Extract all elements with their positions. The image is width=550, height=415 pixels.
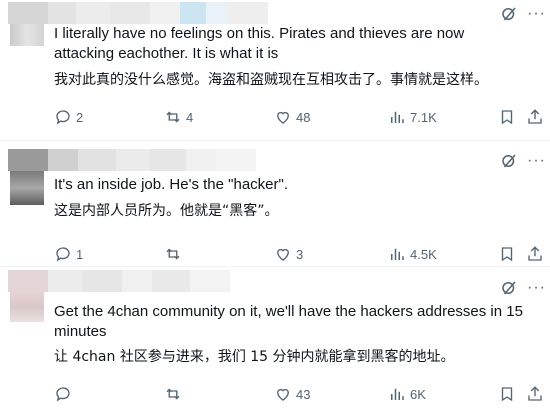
views-count: 7.1K bbox=[410, 109, 437, 125]
reply-button[interactable]: 2 bbox=[54, 108, 83, 126]
like-count: 43 bbox=[296, 386, 311, 402]
repost-button[interactable] bbox=[164, 245, 186, 263]
views-icon bbox=[391, 248, 404, 260]
reply-icon bbox=[56, 247, 70, 262]
bookmark-icon bbox=[501, 110, 513, 125]
like-icon bbox=[277, 111, 289, 124]
avatar[interactable] bbox=[10, 292, 44, 322]
share-button[interactable] bbox=[526, 385, 544, 403]
reply-post[interactable]: ··· Get the 4chan community on it, we'll… bbox=[0, 267, 550, 415]
more-icon[interactable]: ··· bbox=[527, 153, 546, 169]
reply-button[interactable]: 1 bbox=[54, 245, 83, 263]
bookmark-button[interactable] bbox=[498, 245, 516, 263]
like-icon bbox=[277, 388, 289, 401]
more-icon[interactable]: ··· bbox=[527, 6, 546, 22]
blurred-user-header bbox=[8, 149, 256, 171]
action-bar: 1 3 4.5K bbox=[54, 245, 550, 265]
repost-count: 4 bbox=[186, 109, 194, 125]
views-button[interactable]: 4.5K bbox=[388, 245, 437, 263]
views-button[interactable]: 6K bbox=[388, 385, 426, 403]
views-count: 4.5K bbox=[410, 246, 437, 262]
views-icon bbox=[391, 111, 404, 123]
avatar[interactable] bbox=[10, 171, 44, 205]
like-button[interactable]: 43 bbox=[274, 385, 310, 403]
blurred-user-header bbox=[8, 2, 268, 24]
post-text: It's an inside job. He's the "hacker". bbox=[54, 176, 288, 193]
repost-icon bbox=[166, 111, 180, 123]
post-text: I literally have no feelings on this. Pi… bbox=[54, 25, 465, 62]
share-icon bbox=[528, 109, 542, 124]
like-icon bbox=[277, 248, 289, 261]
like-count: 48 bbox=[296, 109, 311, 125]
reply-count: 1 bbox=[76, 246, 84, 262]
bookmark-button[interactable] bbox=[498, 108, 516, 126]
like-button[interactable]: 3 bbox=[274, 245, 303, 263]
reply-post[interactable]: ··· It's an inside job. He's the "hacker… bbox=[0, 141, 550, 267]
like-button[interactable]: 48 bbox=[274, 108, 310, 126]
post-translation: 让 4chan 社区参与进来，我们 15 分钟内就能拿到黑客的地址。 bbox=[54, 349, 455, 365]
views-button[interactable]: 7.1K bbox=[388, 108, 437, 126]
share-button[interactable] bbox=[526, 245, 544, 263]
post-text: Get the 4chan community on it, we'll hav… bbox=[54, 303, 523, 340]
views-count: 6K bbox=[410, 386, 426, 402]
more-icon[interactable]: ··· bbox=[527, 280, 546, 296]
share-icon bbox=[528, 246, 542, 261]
like-count: 3 bbox=[296, 246, 304, 262]
post-translation: 我对此真的没什么感觉。海盗和盗贼现在互相攻击了。事情就是这样。 bbox=[54, 72, 488, 88]
repost-button[interactable] bbox=[164, 385, 186, 403]
reply-icon bbox=[56, 110, 70, 125]
bookmark-button[interactable] bbox=[498, 385, 516, 403]
post-translation: 这是内部人员所为。他就是“黑客”。 bbox=[54, 203, 279, 219]
action-bar: 43 6K bbox=[54, 385, 550, 405]
repost-button[interactable]: 4 bbox=[164, 108, 193, 126]
reply-post[interactable]: ··· I literally have no feelings on this… bbox=[0, 0, 550, 141]
views-icon bbox=[391, 388, 404, 400]
repost-icon bbox=[166, 388, 180, 400]
blurred-user-header bbox=[8, 270, 230, 292]
bookmark-icon bbox=[501, 387, 513, 402]
grok-icon[interactable] bbox=[500, 5, 518, 23]
action-bar: 2 4 48 7.1K bbox=[54, 108, 550, 128]
bookmark-icon bbox=[501, 247, 513, 262]
reply-count: 2 bbox=[76, 109, 84, 125]
reply-icon bbox=[56, 387, 70, 402]
grok-icon[interactable] bbox=[500, 152, 518, 170]
repost-icon bbox=[166, 248, 180, 260]
share-button[interactable] bbox=[526, 108, 544, 126]
avatar[interactable] bbox=[10, 24, 44, 46]
reply-button[interactable] bbox=[54, 385, 76, 403]
share-icon bbox=[528, 386, 542, 401]
grok-icon[interactable] bbox=[500, 279, 518, 297]
